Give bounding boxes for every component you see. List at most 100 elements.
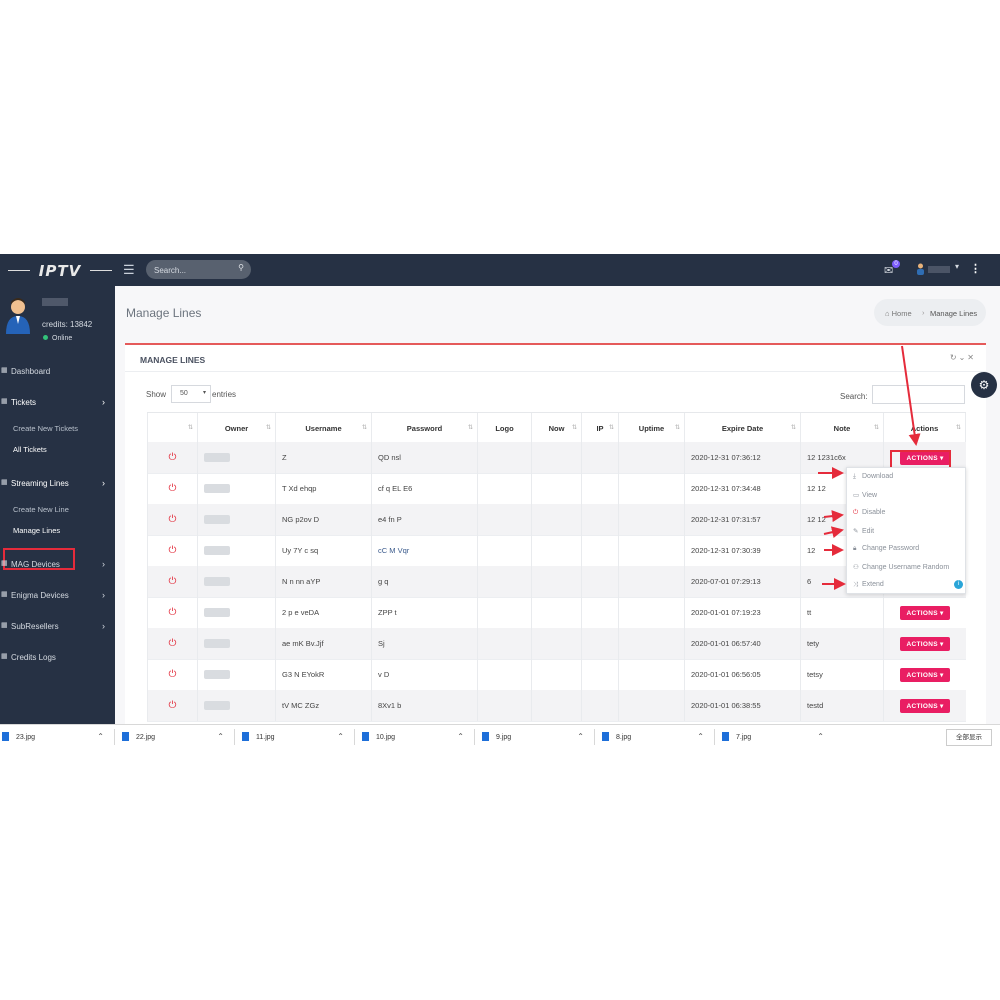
- dropdown-item-change-password[interactable]: 🔒︎ Change Password: [853, 545, 919, 553]
- divider: [474, 729, 475, 745]
- chevron-down-icon[interactable]: ▾: [955, 262, 959, 271]
- dropdown-item-view[interactable]: ▭ View: [853, 491, 877, 499]
- column-header-uptime[interactable]: Uptime ⇅: [618, 413, 684, 443]
- power-icon[interactable]: ⏻: [147, 659, 197, 690]
- table-search-input[interactable]: [872, 385, 965, 404]
- sidebar-item-label: Dashboard: [11, 367, 51, 376]
- logo-cell: [477, 597, 531, 628]
- app-logo[interactable]: IPTV: [6, 262, 114, 280]
- sidebar-item-tickets[interactable]: ▦ Tickets ›: [0, 396, 115, 412]
- dropdown-item-label: Change Username Random: [862, 564, 950, 571]
- settings-gear-icon[interactable]: ⚙: [971, 372, 997, 398]
- sidebar-subitem-create-new-tickets[interactable]: Create New Tickets: [13, 424, 78, 433]
- column-header-note[interactable]: Note ⇅: [800, 413, 883, 443]
- column-header-password[interactable]: Password ⇅: [371, 413, 477, 443]
- download-item[interactable]: 23.jpg ⌃: [0, 725, 116, 748]
- sidebar-subitem-manage-lines[interactable]: Manage Lines: [13, 526, 60, 535]
- close-icon[interactable]: ✕: [967, 353, 976, 362]
- column-header-username[interactable]: Username ⇅: [275, 413, 371, 443]
- sidebar-item-mag-devices[interactable]: ▦ MAG Devices ›: [0, 558, 115, 574]
- logo-cell: [477, 442, 531, 473]
- power-icon[interactable]: ⏻: [147, 442, 197, 473]
- column-header-now[interactable]: Now ⇅: [531, 413, 581, 443]
- sidebar-subitem-create-new-line[interactable]: Create New Line: [13, 505, 69, 514]
- download-item[interactable]: 10.jpg ⌃: [360, 725, 476, 748]
- show-all-button[interactable]: 全部显示: [946, 729, 992, 746]
- chevron-up-icon[interactable]: ⌃: [697, 732, 704, 741]
- column-header-expire-date[interactable]: Expire Date ⇅: [684, 413, 800, 443]
- column-header-logo[interactable]: Logo: [477, 413, 531, 443]
- info-icon[interactable]: i: [954, 580, 963, 589]
- dropdown-item-edit[interactable]: ✎ Edit: [853, 527, 874, 535]
- download-item[interactable]: 22.jpg ⌃: [120, 725, 236, 748]
- dropdown-item-extend[interactable]: ⤨ Extend: [853, 581, 884, 589]
- column-header-owner[interactable]: Owner ⇅: [197, 413, 275, 443]
- power-icon[interactable]: ⏻: [147, 628, 197, 659]
- chevron-up-icon[interactable]: ⌃: [97, 732, 104, 741]
- expire-date-cell: 2020-12-31 07:34:48: [684, 473, 800, 504]
- note-cell: tt: [800, 597, 883, 628]
- entries-select[interactable]: 50 ▾: [171, 385, 211, 403]
- sidebar-subitem-all-tickets[interactable]: All Tickets: [13, 445, 47, 454]
- column-header-label: Actions: [910, 423, 939, 433]
- sidebar-item-enigma-devices[interactable]: ▦ Enigma Devices ›: [0, 589, 115, 605]
- chevron-up-icon[interactable]: ⌃: [457, 732, 464, 741]
- power-icon[interactable]: ⏻: [147, 504, 197, 535]
- breadcrumb-home[interactable]: ⌂ Home: [885, 309, 912, 318]
- download-item[interactable]: 11.jpg ⌃: [240, 725, 356, 748]
- dropdown-item-disable[interactable]: ⏻ Disable: [853, 509, 885, 517]
- now-cell: [531, 690, 581, 721]
- user-name[interactable]: [928, 266, 950, 273]
- chevron-down-icon: ▾: [202, 390, 206, 396]
- divider: [125, 371, 986, 372]
- uptime-cell: [618, 690, 684, 721]
- actions-button[interactable]: ACTIONS ▾: [900, 698, 950, 713]
- search-icon[interactable]: ⚲: [238, 263, 244, 272]
- collapse-icon[interactable]: ⌄: [959, 353, 968, 362]
- more-menu-icon[interactable]: ⋮: [970, 262, 981, 275]
- chevron-right-icon: ›: [102, 478, 105, 488]
- sidebar-item-credits-logs[interactable]: ▦ Credits Logs: [0, 651, 115, 667]
- search-input[interactable]: [152, 260, 236, 281]
- column-header-status[interactable]: ⇅: [147, 413, 197, 443]
- actions-button-label: ACTIONS: [906, 702, 938, 710]
- power-icon[interactable]: ⏻: [147, 566, 197, 597]
- file-name: 7.jpg: [736, 734, 752, 741]
- sort-icon: ⇅: [674, 425, 680, 431]
- power-icon[interactable]: ⏻: [147, 690, 197, 721]
- sidebar-item-label: SubResellers: [11, 622, 59, 631]
- redacted-text: [204, 453, 230, 462]
- sidebar-item-dashboard[interactable]: ▦ Dashboard: [0, 365, 115, 381]
- download-item[interactable]: 7.jpg ⌃: [720, 725, 836, 748]
- dropdown-item-download[interactable]: ⤓ Download: [853, 473, 893, 481]
- column-header-ip[interactable]: IP ⇅: [581, 413, 618, 443]
- avatar: [6, 298, 30, 334]
- download-item[interactable]: 8.jpg ⌃: [600, 725, 716, 748]
- dropdown-item-change-username-random[interactable]: ⚇ Change Username Random: [853, 563, 949, 571]
- sidebar-item-streaming-lines[interactable]: ▦ Streaming Lines ›: [0, 477, 115, 493]
- chevron-up-icon[interactable]: ⌃: [337, 732, 344, 741]
- user-avatar-icon[interactable]: [916, 263, 925, 275]
- actions-button[interactable]: ACTIONS ▾: [900, 667, 950, 682]
- actions-button[interactable]: ACTIONS ▾: [900, 605, 950, 620]
- uptime-cell: [618, 535, 684, 566]
- table-row: ⏻ N n nn aYP g q 2020-07-01 07:29:13 6: [147, 566, 966, 598]
- power-icon[interactable]: ⏻: [147, 597, 197, 628]
- power-icon[interactable]: ⏻: [147, 535, 197, 566]
- chevron-up-icon[interactable]: ⌃: [217, 732, 224, 741]
- refresh-icon[interactable]: ↻: [950, 353, 959, 362]
- ip-cell: [581, 535, 618, 566]
- actions-button[interactable]: ACTIONS ▾: [900, 636, 950, 651]
- chevron-up-icon[interactable]: ⌃: [577, 732, 584, 741]
- chevron-up-icon[interactable]: ⌃: [817, 732, 824, 741]
- column-header-label: Uptime: [638, 423, 665, 433]
- menu-toggle-icon[interactable]: ☰: [123, 262, 135, 278]
- column-header-actions[interactable]: Actions ⇅: [883, 413, 966, 443]
- redacted-text: [204, 701, 230, 710]
- power-icon[interactable]: ⏻: [147, 473, 197, 504]
- sidebar-item-subresellers[interactable]: ▦ SubResellers ›: [0, 620, 115, 636]
- owner-cell: [197, 659, 275, 690]
- table-search-label: Search:: [840, 392, 868, 401]
- download-item[interactable]: 9.jpg ⌃: [480, 725, 596, 748]
- chevron-right-icon: ›: [102, 397, 105, 407]
